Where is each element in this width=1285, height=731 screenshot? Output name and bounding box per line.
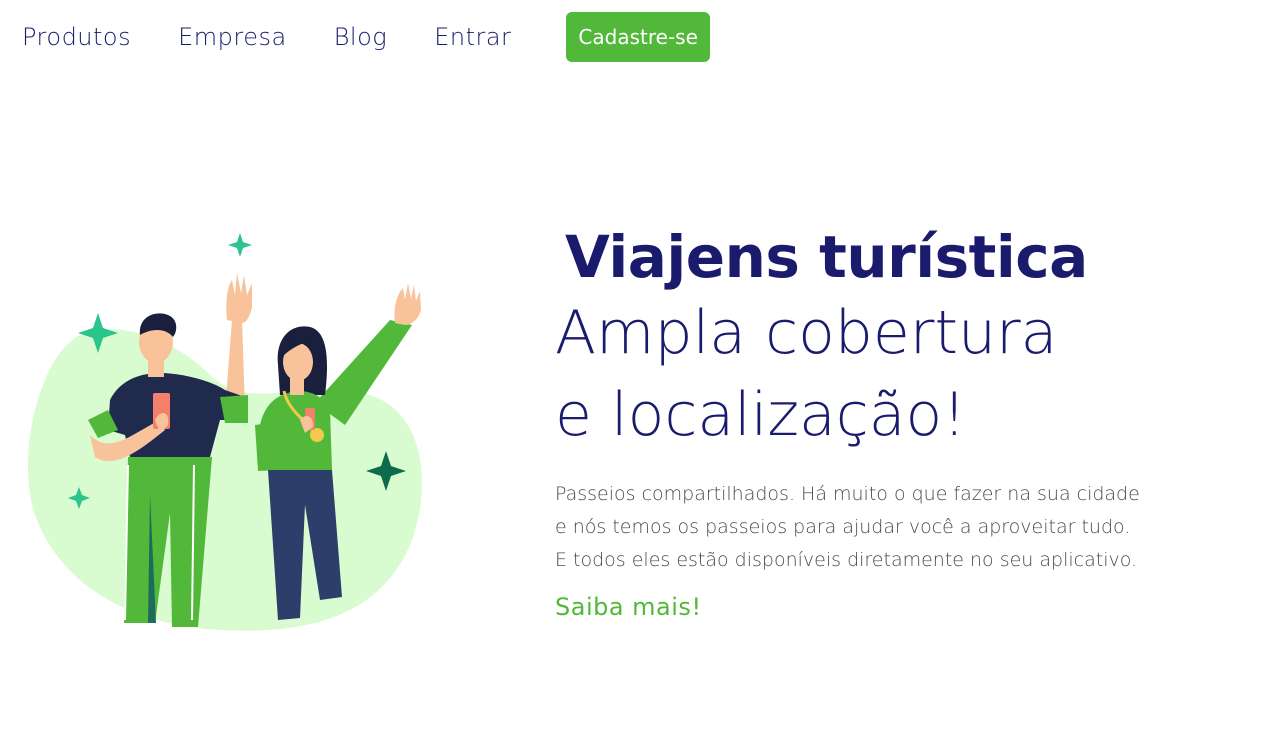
hero-description-line: E todos eles estão disponíveis diretamen… [555,549,1138,571]
hero-description: Passeios compartilhados. Há muito o que … [555,478,1255,577]
hero-illustration [20,225,440,645]
nav-link-blog[interactable]: Blog [334,23,387,51]
nav-link-produtos[interactable]: Produtos [22,23,131,51]
hero-headline-line: Ampla cobertura [555,298,1058,368]
nav-link-entrar[interactable]: Entrar [434,23,511,51]
top-nav: Produtos Empresa Blog Entrar Cadastre-se [22,12,710,62]
hero-description-line: Passeios compartilhados. Há muito o que … [555,483,1140,505]
hero-headline: Ampla cobertura e localização! [555,292,1255,456]
travelers-illustration [27,233,422,631]
hero-title: Viajens turística [565,223,1088,291]
nav-link-empresa[interactable]: Empresa [178,23,287,51]
signup-button[interactable]: Cadastre-se [566,12,710,62]
hero-section: Viajens turística Ampla cobertura e loca… [555,222,1255,621]
hero-description-line: e nós temos os passeios para ajudar você… [555,516,1131,538]
landing-page: Produtos Empresa Blog Entrar Cadastre-se [0,0,1285,731]
sparkle-icon [228,233,252,257]
hero-headline-line: e localização! [555,380,967,450]
learn-more-link[interactable]: Saiba mais! [555,593,702,621]
